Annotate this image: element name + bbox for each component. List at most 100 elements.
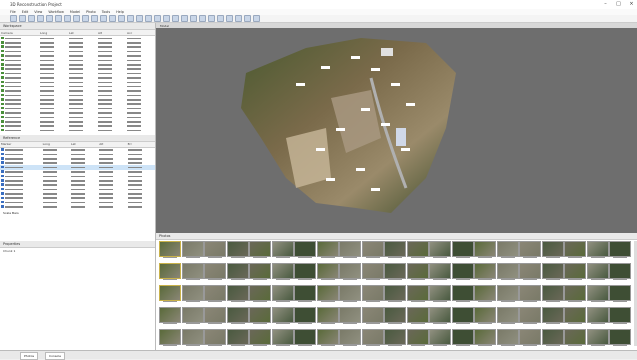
photo-thumbnail[interactable] — [226, 263, 249, 281]
marker-flag[interactable] — [391, 83, 400, 86]
photo-thumbnail[interactable] — [294, 329, 316, 347]
photo-thumbnail[interactable] — [496, 329, 519, 347]
photo-thumbnail[interactable] — [226, 241, 249, 259]
photo-thumbnail[interactable] — [384, 307, 406, 325]
photo-thumbnail[interactable] — [451, 263, 474, 281]
photo-thumbnail[interactable] — [226, 285, 249, 303]
photo-thumbnail[interactable] — [586, 307, 609, 325]
photo-thumbnail[interactable] — [451, 241, 474, 259]
photo-thumbnail[interactable] — [564, 329, 586, 347]
photo-thumbnail[interactable] — [384, 329, 406, 347]
photo-thumbnail[interactable] — [271, 329, 294, 347]
photo-thumbnail[interactable] — [429, 263, 451, 281]
photo-thumbnail[interactable] — [586, 329, 609, 347]
toolbar-button[interactable] — [253, 15, 260, 22]
photo-thumbnail[interactable] — [429, 241, 451, 259]
photo-thumbnail[interactable] — [496, 241, 519, 259]
marker-flag[interactable] — [361, 108, 370, 111]
marker-flag[interactable] — [381, 123, 390, 126]
photo-thumbnail[interactable] — [384, 285, 406, 303]
maximize-button[interactable]: □ — [615, 1, 622, 7]
photo-thumbnail[interactable] — [159, 285, 181, 303]
photo-thumbnail[interactable] — [609, 307, 631, 325]
toolbar-button[interactable] — [172, 15, 179, 22]
photo-thumbnail[interactable] — [271, 263, 294, 281]
photo-thumbnail[interactable] — [609, 285, 631, 303]
toolbar-button[interactable] — [199, 15, 206, 22]
photo-thumbnail[interactable] — [384, 263, 406, 281]
photo-thumbnail[interactable] — [204, 329, 226, 347]
toolbar-button[interactable] — [55, 15, 62, 22]
photo-thumbnail[interactable] — [294, 307, 316, 325]
photo-thumbnail[interactable] — [429, 329, 451, 347]
photo-thumbnail[interactable] — [564, 285, 586, 303]
toolbar-button[interactable] — [217, 15, 224, 22]
photo-thumbnail[interactable] — [564, 263, 586, 281]
photo-thumbnail[interactable] — [361, 263, 384, 281]
photo-thumbnail[interactable] — [249, 307, 271, 325]
menu-photo[interactable]: Photo — [86, 10, 96, 14]
photo-thumbnail[interactable] — [339, 263, 361, 281]
photo-thumbnail[interactable] — [474, 329, 496, 347]
toolbar-button[interactable] — [190, 15, 197, 22]
photo-thumbnail[interactable] — [204, 285, 226, 303]
toolbar-button[interactable] — [208, 15, 215, 22]
toolbar-button[interactable] — [118, 15, 125, 22]
marker-flag[interactable] — [336, 128, 345, 131]
photo-thumbnail[interactable] — [159, 329, 181, 347]
photo-thumbnail[interactable] — [519, 241, 541, 259]
toolbar-button[interactable] — [73, 15, 80, 22]
photo-thumbnail[interactable] — [384, 241, 406, 259]
toolbar-button[interactable] — [10, 15, 17, 22]
marker-flag[interactable] — [351, 56, 360, 59]
toolbar-button[interactable] — [82, 15, 89, 22]
photo-thumbnail[interactable] — [519, 329, 541, 347]
photo-thumbnail[interactable] — [181, 263, 204, 281]
photo-thumbnail[interactable] — [361, 307, 384, 325]
toolbar-button[interactable] — [109, 15, 116, 22]
photo-thumbnail[interactable] — [339, 241, 361, 259]
photo-thumbnail[interactable] — [609, 241, 631, 259]
toolbar-button[interactable] — [145, 15, 152, 22]
photo-thumbnail[interactable] — [249, 263, 271, 281]
photo-thumbnail[interactable] — [541, 241, 564, 259]
marker-flag[interactable] — [406, 103, 415, 106]
marker-flag[interactable] — [326, 178, 335, 181]
toolbar-button[interactable] — [154, 15, 161, 22]
tab-photos[interactable]: Photos — [20, 352, 39, 360]
photo-thumbnail[interactable] — [519, 307, 541, 325]
close-button[interactable]: × — [628, 1, 635, 7]
photo-thumbnail[interactable] — [429, 285, 451, 303]
photo-thumbnail[interactable] — [406, 307, 429, 325]
toolbar-button[interactable] — [244, 15, 251, 22]
marker-flag[interactable] — [316, 148, 325, 151]
toolbar-button[interactable] — [64, 15, 71, 22]
photo-thumbnail[interactable] — [361, 285, 384, 303]
photo-thumbnail[interactable] — [339, 307, 361, 325]
photo-thumbnail[interactable] — [451, 307, 474, 325]
photo-thumbnail[interactable] — [316, 263, 339, 281]
photo-thumbnail[interactable] — [249, 241, 271, 259]
photo-thumbnail[interactable] — [271, 307, 294, 325]
toolbar-button[interactable] — [28, 15, 35, 22]
photo-thumbnail[interactable] — [586, 285, 609, 303]
photo-thumbnail[interactable] — [339, 285, 361, 303]
photo-thumbnail[interactable] — [316, 285, 339, 303]
menu-workflow[interactable]: Workflow — [48, 10, 64, 14]
photo-thumbnail[interactable] — [496, 263, 519, 281]
photo-thumbnail[interactable] — [339, 329, 361, 347]
photo-thumbnail[interactable] — [609, 329, 631, 347]
photo-thumbnail[interactable] — [361, 329, 384, 347]
marker-flag[interactable] — [356, 168, 365, 171]
toolbar-button[interactable] — [127, 15, 134, 22]
table-row[interactable] — [0, 128, 155, 132]
tab-console[interactable]: Console — [45, 352, 65, 360]
marker-flag[interactable] — [296, 83, 305, 86]
photo-thumbnail[interactable] — [406, 285, 429, 303]
photo-thumbnail[interactable] — [406, 263, 429, 281]
photo-thumbnail[interactable] — [474, 241, 496, 259]
menu-tools[interactable]: Tools — [102, 10, 110, 14]
menu-model[interactable]: Model — [70, 10, 80, 14]
toolbar-button[interactable] — [91, 15, 98, 22]
photo-thumbnail[interactable] — [159, 241, 181, 259]
